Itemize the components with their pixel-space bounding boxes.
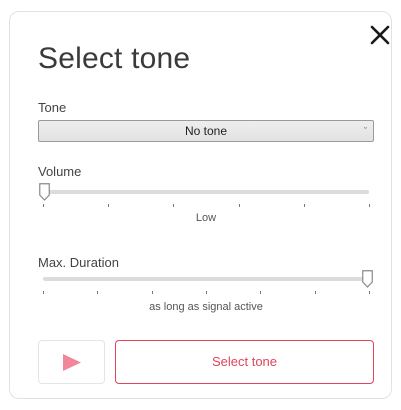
slider-tick bbox=[43, 204, 44, 207]
select-tone-dialog: Select tone Tone No tone ˇ Volume Low Ma… bbox=[9, 11, 392, 399]
slider-tick bbox=[314, 291, 316, 294]
slider-tick bbox=[206, 291, 207, 294]
slider-tick bbox=[173, 204, 175, 207]
slider-tick bbox=[369, 291, 370, 294]
slider-tick bbox=[238, 204, 240, 207]
volume-label: Volume bbox=[38, 164, 82, 179]
dialog-title: Select tone bbox=[38, 42, 191, 75]
duration-value: as long as signal active bbox=[149, 301, 263, 313]
play-button[interactable] bbox=[38, 340, 105, 384]
tone-label: Tone bbox=[38, 100, 67, 115]
slider-tick bbox=[151, 291, 153, 294]
duration-slider[interactable] bbox=[39, 270, 373, 294]
close-button[interactable] bbox=[367, 22, 393, 48]
slider-tick bbox=[303, 204, 305, 207]
select-tone-button[interactable]: Select tone bbox=[115, 340, 374, 384]
volume-value: Low bbox=[195, 212, 217, 224]
slider-tick bbox=[108, 204, 110, 207]
chevron-down-icon: ˇ bbox=[364, 126, 367, 136]
volume-slider[interactable] bbox=[39, 183, 373, 207]
tone-select[interactable]: No tone ˇ bbox=[38, 120, 374, 142]
duration-slider-track bbox=[43, 277, 369, 281]
volume-slider-thumb[interactable] bbox=[39, 183, 50, 201]
slider-tick bbox=[43, 291, 44, 294]
volume-slider-ticks bbox=[43, 204, 370, 208]
duration-label: Max. Duration bbox=[38, 255, 119, 270]
duration-slider-ticks bbox=[43, 291, 370, 295]
slider-tick bbox=[369, 204, 370, 207]
slider-tick bbox=[260, 291, 262, 294]
close-icon bbox=[370, 25, 390, 45]
tone-select-value: No tone bbox=[184, 124, 228, 138]
play-icon bbox=[63, 354, 81, 371]
duration-slider-thumb[interactable] bbox=[362, 270, 373, 288]
slider-tick bbox=[97, 291, 99, 294]
volume-slider-track bbox=[43, 190, 369, 194]
